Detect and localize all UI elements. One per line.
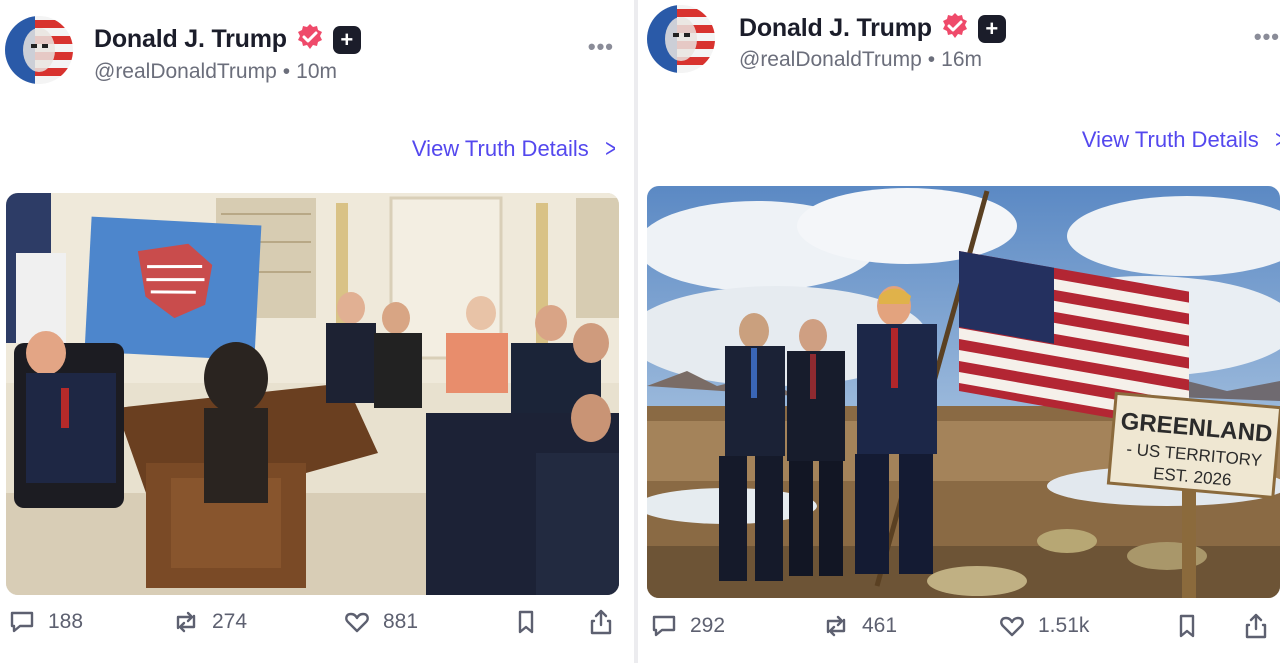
author-row: Donald J. Trump + (739, 11, 1006, 46)
avatar[interactable] (5, 16, 73, 84)
author-name[interactable]: Donald J. Trump (739, 14, 932, 43)
retruth-count: 461 (862, 614, 898, 637)
handle-row: @realDonaldTrump • 16m (739, 48, 982, 72)
avatar[interactable] (647, 5, 715, 73)
reply-button[interactable]: 292 (650, 612, 725, 640)
plus-badge-icon: + (332, 25, 361, 54)
separator: • (282, 60, 291, 83)
share-button[interactable] (1242, 612, 1270, 640)
plus-badge-icon: + (977, 14, 1006, 43)
retruth-icon (176, 611, 196, 633)
reply-count: 188 (48, 610, 84, 633)
reply-icon (10, 611, 34, 633)
reply-button[interactable]: 188 (8, 608, 83, 636)
like-count: 881 (383, 610, 419, 633)
post-card: Donald J. Trump + @realDonaldTrump • 10m… (0, 0, 634, 663)
feed: Donald J. Trump + @realDonaldTrump • 10m… (0, 0, 1280, 663)
heart-icon (1000, 616, 1024, 637)
view-truth-details-label: View Truth Details (411, 135, 589, 161)
more-icon[interactable]: ••• (1254, 24, 1280, 50)
retruth-count: 274 (212, 610, 248, 633)
bookmark-icon (1179, 614, 1195, 638)
share-button[interactable] (587, 608, 615, 636)
bookmark-button[interactable] (1173, 612, 1201, 640)
post-time[interactable]: 10m (296, 60, 337, 84)
retruth-button[interactable]: 274 (172, 608, 247, 636)
chevron-right-icon: > (605, 133, 616, 163)
more-icon[interactable]: ••• (588, 34, 614, 60)
reply-count: 292 (690, 614, 726, 637)
verified-badge-icon (295, 22, 325, 57)
share-icon (590, 609, 612, 635)
like-count: 1.51k (1038, 614, 1090, 637)
reply-icon (652, 615, 676, 637)
retruth-button[interactable]: 461 (822, 612, 897, 640)
heart-icon (345, 612, 369, 633)
bookmark-button[interactable] (512, 608, 540, 636)
view-truth-details-link[interactable]: View Truth Details > (412, 133, 618, 164)
like-button[interactable]: 881 (343, 608, 418, 636)
retruth-icon (826, 615, 846, 637)
bookmark-icon (518, 610, 534, 634)
handle[interactable]: @realDonaldTrump (94, 60, 277, 84)
separator: • (927, 48, 936, 71)
post-time[interactable]: 16m (941, 48, 982, 72)
verified-badge-icon (940, 11, 970, 46)
author-row: Donald J. Trump + (94, 22, 361, 57)
handle[interactable]: @realDonaldTrump (739, 48, 922, 72)
view-truth-details-link[interactable]: View Truth Details > (1082, 124, 1280, 155)
post-image[interactable] (6, 193, 619, 595)
handle-row: @realDonaldTrump • 10m (94, 60, 337, 84)
chevron-right-icon: > (1275, 124, 1280, 155)
like-button[interactable]: 1.51k (998, 612, 1089, 640)
share-icon (1245, 613, 1267, 639)
post-card: Donald J. Trump + @realDonaldTrump • 16m… (638, 0, 1280, 663)
author-name[interactable]: Donald J. Trump (94, 25, 287, 54)
post-image[interactable]: GREENLAND - US TERRITORY EST. 2026 (647, 186, 1280, 598)
view-truth-details-label: View Truth Details (1081, 126, 1259, 152)
